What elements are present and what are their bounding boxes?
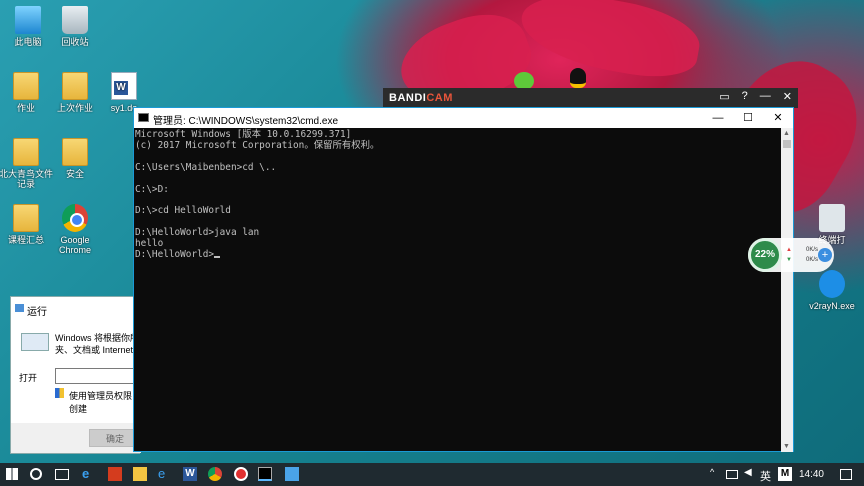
computer-icon: [15, 6, 41, 34]
desktop-icon-recycle-bin[interactable]: 回收站: [47, 6, 103, 47]
run-dialog-footer: 确定: [11, 423, 141, 453]
minimize-icon[interactable]: —: [760, 90, 771, 103]
notification-center-icon[interactable]: [840, 469, 852, 480]
console-icon: [138, 113, 149, 122]
desktop-icon-folder-records[interactable]: 北大青鸟文件记录: [0, 138, 54, 189]
input-method-indicator[interactable]: 英: [760, 468, 771, 484]
shield-icon: [55, 388, 64, 398]
start-windows-icon[interactable]: [6, 468, 18, 480]
printer-icon: [819, 204, 845, 232]
run-command-input[interactable]: [55, 368, 145, 384]
desktop-icon-v2rayn[interactable]: v2rayN.exe: [804, 270, 860, 311]
vertical-scrollbar[interactable]: ▲ ▼: [781, 128, 793, 452]
run-dialog: 运行 Windows 将根据你所 夹、文档或 Internet 资 打开 使用管…: [10, 296, 145, 454]
run-app-icon: [21, 333, 49, 351]
console-line: D:\HelloWorld>java lan: [135, 227, 260, 239]
minimize-button[interactable]: —: [703, 108, 733, 128]
memory-usage-ring[interactable]: 22%: [748, 238, 782, 272]
battery-icon[interactable]: [726, 470, 738, 479]
chrome-taskbar-icon[interactable]: [208, 467, 222, 481]
upload-speed: 0K/s: [806, 247, 819, 253]
run-icon: [15, 304, 24, 312]
cmd-window[interactable]: 管理员: C:\WINDOWS\system32\cmd.exe — ☐ ✕ M…: [133, 107, 794, 452]
volume-icon[interactable]: ◀: [744, 467, 758, 481]
folder-icon: [62, 138, 88, 166]
open-label: 打开: [19, 373, 38, 383]
cmd-title-bar[interactable]: 管理员: C:\WINDOWS\system32\cmd.exe — ☐ ✕: [134, 108, 793, 128]
chrome-icon: [62, 204, 88, 232]
edge-icon[interactable]: e: [82, 467, 96, 481]
close-icon[interactable]: ✕: [783, 90, 792, 103]
v2rayn-icon: [819, 270, 845, 298]
show-hidden-icons-chevron-icon[interactable]: ^: [710, 467, 724, 481]
text-cursor: [214, 255, 221, 258]
cmd-window-title: 管理员: C:\WINDOWS\system32\cmd.exe: [153, 116, 339, 127]
qq-icon[interactable]: [570, 68, 586, 88]
folder-icon: [62, 72, 88, 100]
close-button[interactable]: ✕: [763, 108, 793, 128]
accelerate-button[interactable]: +: [818, 248, 832, 262]
maximize-button[interactable]: ☐: [733, 108, 763, 128]
folder-icon: [13, 204, 39, 232]
upload-arrow-icon: ▲: [786, 247, 792, 253]
ime-mode-icon[interactable]: M: [778, 467, 792, 481]
help-icon[interactable]: ?: [742, 90, 748, 103]
wps-icon[interactable]: [108, 467, 122, 481]
folder-icon[interactable]: ▭: [719, 90, 729, 103]
scroll-down-icon[interactable]: ▼: [783, 443, 790, 450]
desktop-icon-folder-homework[interactable]: 作业: [0, 72, 54, 113]
taskbar-clock[interactable]: 14:40: [799, 469, 824, 480]
console-line: (c) 2017 Microsoft Corporation。保留所有权利。: [135, 139, 380, 151]
desktop-icon-folder-courses[interactable]: 课程汇总: [0, 204, 54, 245]
cmd-taskbar-icon[interactable]: [258, 467, 272, 481]
console-line: hello: [135, 238, 164, 250]
app-taskbar-icon[interactable]: [285, 467, 299, 481]
file-explorer-icon[interactable]: [133, 467, 147, 481]
desktop-icon-folder-last-homework[interactable]: 上次作业: [47, 72, 103, 113]
download-speed: 0K/s: [806, 257, 819, 263]
folder-icon: [13, 138, 39, 166]
word-document-icon: [111, 72, 137, 100]
network-speed-widget[interactable]: 22% ▲ 0K/s ▼ 0K/s +: [748, 238, 834, 272]
download-arrow-icon: ▼: [786, 257, 792, 263]
task-view-icon[interactable]: [55, 469, 69, 480]
folder-icon: [13, 72, 39, 100]
admin-note: 使用管理员权限创建: [69, 391, 133, 414]
run-dialog-description: Windows 将根据你所 夹、文档或 Internet 资: [55, 333, 145, 355]
desktop-icon-folder-security[interactable]: 安全: [47, 138, 103, 179]
ie-icon[interactable]: e: [158, 467, 172, 481]
console-line: C:\>D:: [135, 183, 169, 195]
bandicam-taskbar-icon[interactable]: [234, 467, 248, 481]
recycle-bin-icon: [62, 6, 88, 34]
console-line: C:\Users\Maibenben>cd \..: [135, 161, 277, 173]
console-output[interactable]: Microsoft Windows [版本 10.0.16299.371] (c)…: [134, 128, 782, 452]
scrollbar-thumb[interactable]: [783, 140, 791, 148]
run-dialog-title: 运行: [27, 307, 47, 318]
taskbar: e e W ^ ◀ 英 M 14:40: [0, 463, 864, 486]
bandicam-window-bar[interactable]: BANDICAM ▭ ? — ✕: [383, 88, 798, 108]
cortana-icon[interactable]: [30, 468, 42, 480]
console-prompt: D:\HelloWorld>: [135, 248, 215, 260]
scroll-up-icon[interactable]: ▲: [783, 130, 790, 137]
desktop-icon-chrome[interactable]: Google Chrome: [47, 204, 103, 255]
bandicam-logo: BANDICAM: [389, 92, 453, 104]
word-icon[interactable]: W: [183, 467, 197, 481]
console-prompt-line: D:\HelloWorld>: [135, 248, 782, 261]
console-line: D:\>cd HelloWorld: [135, 205, 231, 217]
